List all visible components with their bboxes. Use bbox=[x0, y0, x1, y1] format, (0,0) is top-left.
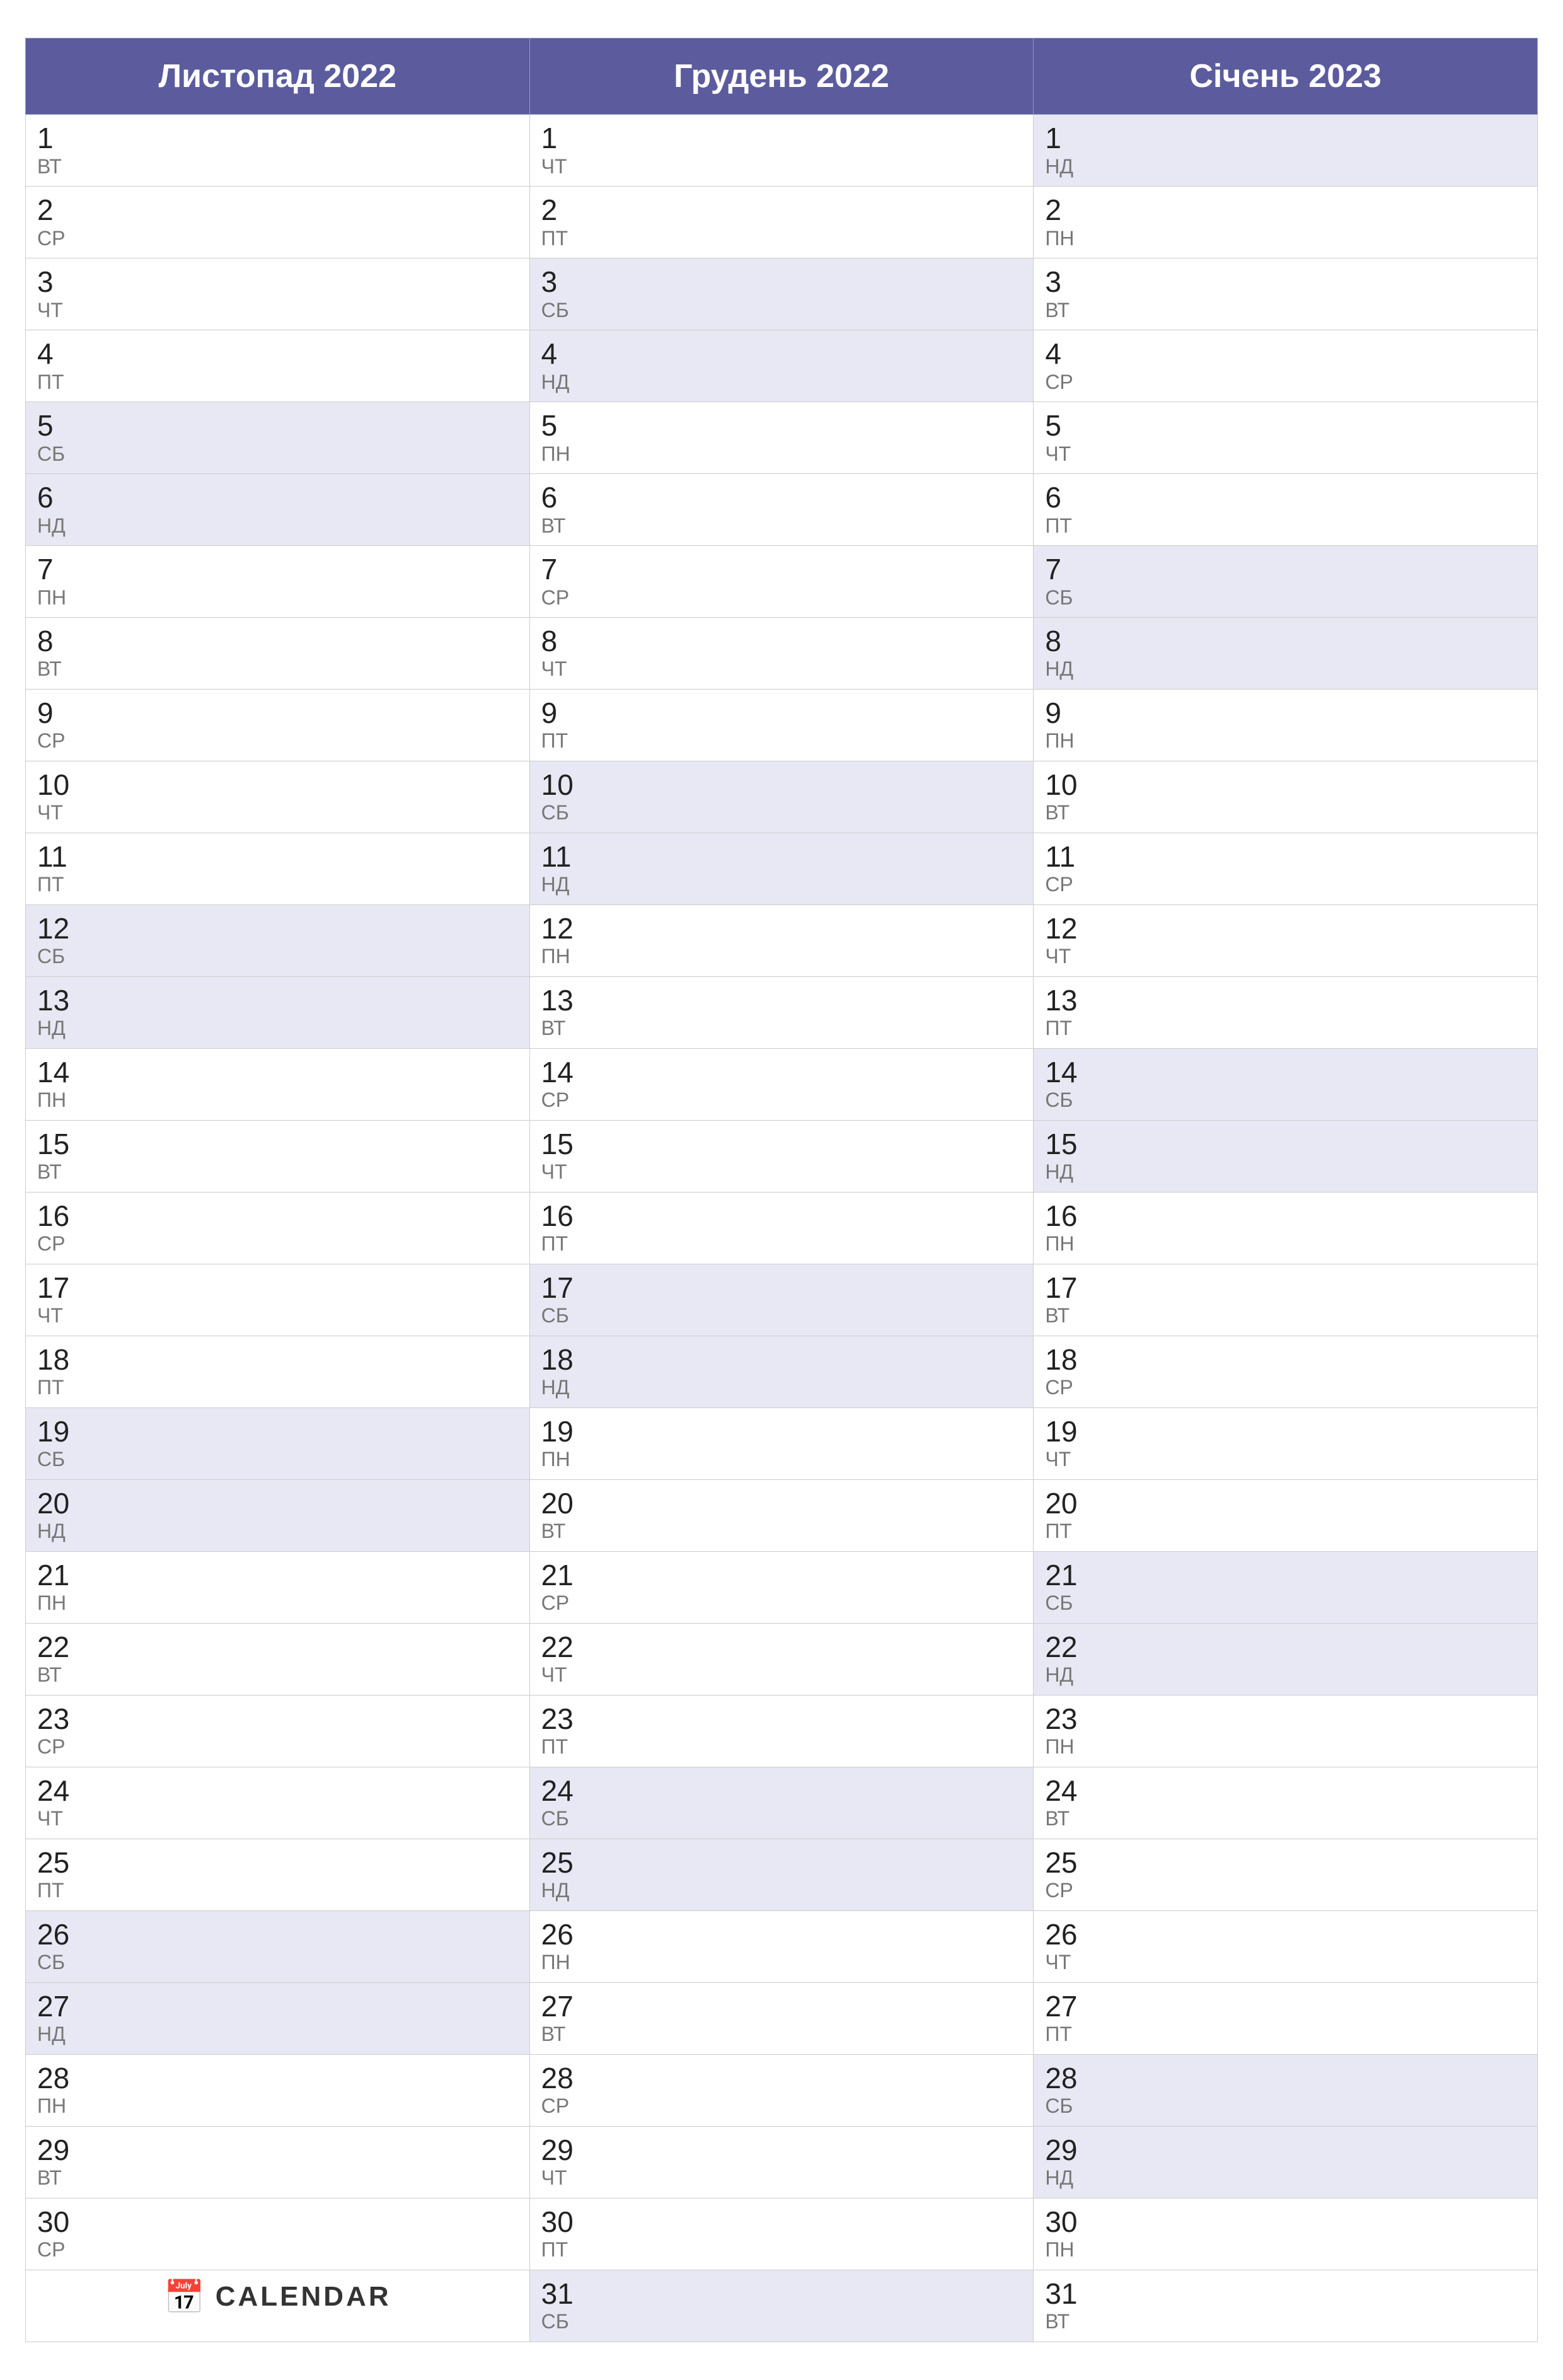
table-row: 6НД bbox=[26, 473, 530, 545]
table-row: 18ПТ bbox=[26, 1336, 530, 1407]
table-row: 5ЧТ bbox=[1034, 401, 1538, 473]
table-row: 11НД bbox=[529, 833, 1034, 904]
table-row: 2СР bbox=[26, 186, 530, 258]
table-row: 8ВТ bbox=[26, 617, 530, 689]
table-row: 16ПТ bbox=[529, 1192, 1034, 1264]
table-row: 17ВТ bbox=[1034, 1264, 1538, 1336]
table-row: 23СР bbox=[26, 1695, 530, 1767]
table-row: 28СБ bbox=[1034, 2054, 1538, 2126]
table-row: 14ПН bbox=[26, 1048, 530, 1120]
table-row: 21СР bbox=[529, 1551, 1034, 1623]
table-row: 24СБ bbox=[529, 1767, 1034, 1839]
table-row: 24ЧТ bbox=[26, 1767, 530, 1839]
table-row: 20НД bbox=[26, 1479, 530, 1551]
table-row: 13НД bbox=[26, 976, 530, 1048]
table-row: 6ПТ bbox=[1034, 473, 1538, 545]
table-row: 25СР bbox=[1034, 1839, 1538, 1910]
table-row: 18НД bbox=[529, 1336, 1034, 1407]
header-november: Листопад 2022 bbox=[26, 38, 530, 115]
table-row: 14СР bbox=[529, 1048, 1034, 1120]
table-row: 2ПТ bbox=[529, 186, 1034, 258]
table-row: 24ВТ bbox=[1034, 1767, 1538, 1839]
table-row: 27НД bbox=[26, 1982, 530, 2054]
table-row: 3ВТ bbox=[1034, 258, 1538, 330]
calendar-footer: 📅 CALENDAR bbox=[26, 2270, 530, 2342]
table-row: 4НД bbox=[529, 330, 1034, 401]
table-row: 20ПТ bbox=[1034, 1479, 1538, 1551]
table-row: 13ПТ bbox=[1034, 976, 1538, 1048]
calendar-table: Листопад 2022 Грудень 2022 Січень 2023 1… bbox=[25, 38, 1538, 2342]
table-row: 26ЧТ bbox=[1034, 1910, 1538, 1982]
table-row: 25ПТ bbox=[26, 1839, 530, 1910]
table-row: 7СР bbox=[529, 545, 1034, 617]
table-row: 27ПТ bbox=[1034, 1982, 1538, 2054]
table-row: 5СБ bbox=[26, 401, 530, 473]
table-row: 16СР bbox=[26, 1192, 530, 1264]
table-row: 5ПН bbox=[529, 401, 1034, 473]
table-row: 16ПН bbox=[1034, 1192, 1538, 1264]
table-row: 3ЧТ bbox=[26, 258, 530, 330]
calendar-icon: 📅 bbox=[164, 2278, 207, 2316]
table-row: 30СР bbox=[26, 2198, 530, 2270]
table-row: 17ЧТ bbox=[26, 1264, 530, 1336]
table-row: 22ВТ bbox=[26, 1623, 530, 1695]
table-row: 9ПН bbox=[1034, 689, 1538, 761]
table-row: 15НД bbox=[1034, 1120, 1538, 1192]
table-row: 28ПН bbox=[26, 2054, 530, 2126]
table-row: 23ПН bbox=[1034, 1695, 1538, 1767]
table-row: 31СБ bbox=[529, 2270, 1034, 2342]
table-row: 12ЧТ bbox=[1034, 904, 1538, 976]
table-row: 3СБ bbox=[529, 258, 1034, 330]
table-row: 28СР bbox=[529, 2054, 1034, 2126]
header-january: Січень 2023 bbox=[1034, 38, 1538, 115]
table-row: 30ПТ bbox=[529, 2198, 1034, 2270]
table-row: 1НД bbox=[1034, 115, 1538, 187]
table-row: 14СБ bbox=[1034, 1048, 1538, 1120]
table-row: 22ЧТ bbox=[529, 1623, 1034, 1695]
table-row: 7СБ bbox=[1034, 545, 1538, 617]
table-row: 10ВТ bbox=[1034, 761, 1538, 833]
table-row: 10ЧТ bbox=[26, 761, 530, 833]
table-row: 13ВТ bbox=[529, 976, 1034, 1048]
table-row: 4ПТ bbox=[26, 330, 530, 401]
table-row: 27ВТ bbox=[529, 1982, 1034, 2054]
table-row: 21ПН bbox=[26, 1551, 530, 1623]
table-row: 23ПТ bbox=[529, 1695, 1034, 1767]
table-row: 7ПН bbox=[26, 545, 530, 617]
table-row: 31ВТ bbox=[1034, 2270, 1538, 2342]
table-row: 4СР bbox=[1034, 330, 1538, 401]
table-row: 19ЧТ bbox=[1034, 1407, 1538, 1479]
table-row: 20ВТ bbox=[529, 1479, 1034, 1551]
table-row: 9СР bbox=[26, 689, 530, 761]
table-row: 29НД bbox=[1034, 2126, 1538, 2198]
table-row: 22НД bbox=[1034, 1623, 1538, 1695]
table-row: 8НД bbox=[1034, 617, 1538, 689]
table-row: 15ЧТ bbox=[529, 1120, 1034, 1192]
table-row: 25НД bbox=[529, 1839, 1034, 1910]
table-row: 11ПТ bbox=[26, 833, 530, 904]
table-row: 12СБ bbox=[26, 904, 530, 976]
table-row: 26ПН bbox=[529, 1910, 1034, 1982]
table-row: 21СБ bbox=[1034, 1551, 1538, 1623]
table-row: 18СР bbox=[1034, 1336, 1538, 1407]
table-row: 19СБ bbox=[26, 1407, 530, 1479]
table-row: 1ВТ bbox=[26, 115, 530, 187]
table-row: 9ПТ bbox=[529, 689, 1034, 761]
table-row: 19ПН bbox=[529, 1407, 1034, 1479]
table-row: 11СР bbox=[1034, 833, 1538, 904]
table-row: 26СБ bbox=[26, 1910, 530, 1982]
table-row: 8ЧТ bbox=[529, 617, 1034, 689]
table-row: 15ВТ bbox=[26, 1120, 530, 1192]
table-row: 12ПН bbox=[529, 904, 1034, 976]
table-row: 29ВТ bbox=[26, 2126, 530, 2198]
table-row: 1ЧТ bbox=[529, 115, 1034, 187]
table-row: 17СБ bbox=[529, 1264, 1034, 1336]
header-december: Грудень 2022 bbox=[529, 38, 1034, 115]
table-row: 6ВТ bbox=[529, 473, 1034, 545]
table-row: 10СБ bbox=[529, 761, 1034, 833]
table-row: 29ЧТ bbox=[529, 2126, 1034, 2198]
table-row: 2ПН bbox=[1034, 186, 1538, 258]
logo-text: CALENDAR bbox=[216, 2281, 391, 2313]
table-row: 30ПН bbox=[1034, 2198, 1538, 2270]
